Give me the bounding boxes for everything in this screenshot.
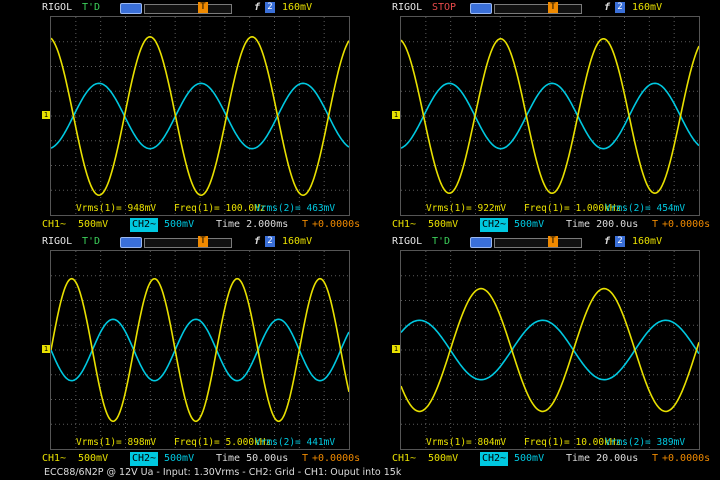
scope-top-bar: RIGOL STOP T f 2 160mV <box>360 0 710 16</box>
trigger-level: 160mV <box>632 2 663 13</box>
vrms1-readout: Vrms(1)= 922mV <box>426 203 507 214</box>
trigger-source-icon: 2 <box>615 2 625 13</box>
measurement-bar: Vrms(1)= 804mV Freq(1)= 10.00kHz Vrms(2)… <box>400 437 700 449</box>
scope-bottom-bar: CH1~ 500mV CH2~ 500mV Time 50.00us T +0.… <box>42 452 362 466</box>
ch1-ground-marker-icon: 1 <box>392 111 400 119</box>
ch1-label: CH1~ <box>392 453 417 464</box>
graticule <box>401 17 699 215</box>
waveform-display <box>400 250 700 450</box>
ch1-scale: 500mV <box>428 453 459 464</box>
trigger-edge-icon: f <box>604 2 611 13</box>
trigger-edge-icon: f <box>604 236 611 247</box>
trigger-source-icon: 2 <box>265 2 275 13</box>
scope-panel-4: RIGOL T'D T f 2 160mV 1 Vrms(1)= 804mV F… <box>360 234 712 466</box>
trigger-offset-icon: T <box>302 219 309 230</box>
trigger-status: T'D <box>82 2 101 13</box>
trigger-status: T'D <box>82 236 101 247</box>
waveform-display <box>400 16 700 216</box>
vrms1-readout: Vrms(1)= 804mV <box>426 437 507 448</box>
trigger-level: 160mV <box>282 2 313 13</box>
ch1-scale: 500mV <box>78 219 109 230</box>
ch2-scale: 500mV <box>514 219 545 230</box>
vrms2-readout: Vrms(2)= 389mV <box>605 437 686 448</box>
trigger-position-icon: T <box>548 236 558 247</box>
graticule <box>51 251 349 449</box>
freq1-readout: Freq(1)= 100.0Hz <box>174 203 266 214</box>
memory-depth-icon <box>470 3 492 14</box>
ch2-scale: 500mV <box>164 453 195 464</box>
trigger-offset: +0.0000s <box>312 219 361 230</box>
scope-bottom-bar: CH1~ 500mV CH2~ 500mV Time 20.00us T +0.… <box>392 452 712 466</box>
waveform-overview-icon <box>494 238 582 248</box>
ch2-label: CH2~ <box>480 218 508 232</box>
vrms2-readout: Vrms(2)= 454mV <box>605 203 686 214</box>
scope-panel-3: RIGOL T'D T f 2 160mV 1 Vrms(1)= 898mV F… <box>10 234 362 466</box>
ch1-scale: 500mV <box>428 219 459 230</box>
brand-label: RIGOL <box>42 236 73 247</box>
ch1-label: CH1~ <box>42 453 67 464</box>
waveform-overview-icon <box>144 4 232 14</box>
ch1-scale: 500mV <box>78 453 109 464</box>
vrms1-readout: Vrms(1)= 898mV <box>76 437 157 448</box>
trigger-position-icon: T <box>548 2 558 13</box>
timebase: Time 20.00us <box>566 453 639 464</box>
scope-top-bar: RIGOL T'D T f 2 160mV <box>10 234 360 250</box>
ch2-scale: 500mV <box>514 453 545 464</box>
ch2-scale: 500mV <box>164 219 195 230</box>
timebase: Time 200.0us <box>566 219 639 230</box>
figure-caption: ECC88/6N2P @ 12V Ua - Input: 1.30Vrms - … <box>44 467 402 478</box>
ch1-label: CH1~ <box>42 219 67 230</box>
trigger-source-icon: 2 <box>615 236 625 247</box>
graticule <box>51 17 349 215</box>
scope-bottom-bar: CH1~ 500mV CH2~ 500mV Time 200.0us T +0.… <box>392 218 712 232</box>
waveform-overview-icon <box>144 238 232 248</box>
waveform-display <box>50 250 350 450</box>
trigger-offset-icon: T <box>652 453 659 464</box>
trigger-offset: +0.0000s <box>662 453 711 464</box>
timebase: Time 2.000ms <box>216 219 289 230</box>
measurement-bar: Vrms(1)= 948mV Freq(1)= 100.0Hz Vrms(2)=… <box>50 203 350 215</box>
memory-depth-icon <box>120 237 142 248</box>
waveform-overview-icon <box>494 4 582 14</box>
graticule <box>401 251 699 449</box>
waveform-display <box>50 16 350 216</box>
scope-panel-2: RIGOL STOP T f 2 160mV 1 Vrms(1)= 922mV … <box>360 0 712 232</box>
measurement-bar: Vrms(1)= 922mV Freq(1)= 1.000kHz Vrms(2)… <box>400 203 700 215</box>
brand-label: RIGOL <box>42 2 73 13</box>
trigger-offset-icon: T <box>302 453 309 464</box>
trigger-edge-icon: f <box>254 236 261 247</box>
vrms1-readout: Vrms(1)= 948mV <box>76 203 157 214</box>
ch2-label: CH2~ <box>130 218 158 232</box>
trigger-offset: +0.0000s <box>662 219 711 230</box>
trigger-status: STOP <box>432 2 457 13</box>
trigger-position-icon: T <box>198 2 208 13</box>
ch2-label: CH2~ <box>480 452 508 466</box>
scope-top-bar: RIGOL T'D T f 2 160mV <box>360 234 710 250</box>
memory-depth-icon <box>470 237 492 248</box>
trigger-offset: +0.0000s <box>312 453 361 464</box>
ch1-ground-marker-icon: 1 <box>42 345 50 353</box>
ch2-label: CH2~ <box>130 452 158 466</box>
vrms2-readout: Vrms(2)= 441mV <box>255 437 336 448</box>
ch1-ground-marker-icon: 1 <box>392 345 400 353</box>
trigger-offset-icon: T <box>652 219 659 230</box>
scope-bottom-bar: CH1~ 500mV CH2~ 500mV Time 2.000ms T +0.… <box>42 218 362 232</box>
scope-panel-1: RIGOL T'D T f 2 160mV 1 Vrms(1)= 948mV F… <box>10 0 362 232</box>
measurement-bar: Vrms(1)= 898mV Freq(1)= 5.000kHz Vrms(2)… <box>50 437 350 449</box>
trigger-level: 160mV <box>632 236 663 247</box>
trigger-source-icon: 2 <box>265 236 275 247</box>
vrms2-readout: Vrms(2)= 463mV <box>255 203 336 214</box>
timebase: Time 50.00us <box>216 453 289 464</box>
trigger-position-icon: T <box>198 236 208 247</box>
brand-label: RIGOL <box>392 2 423 13</box>
ch1-ground-marker-icon: 1 <box>42 111 50 119</box>
trigger-status: T'D <box>432 236 451 247</box>
brand-label: RIGOL <box>392 236 423 247</box>
ch1-label: CH1~ <box>392 219 417 230</box>
trigger-level: 160mV <box>282 236 313 247</box>
scope-top-bar: RIGOL T'D T f 2 160mV <box>10 0 360 16</box>
memory-depth-icon <box>120 3 142 14</box>
trigger-edge-icon: f <box>254 2 261 13</box>
